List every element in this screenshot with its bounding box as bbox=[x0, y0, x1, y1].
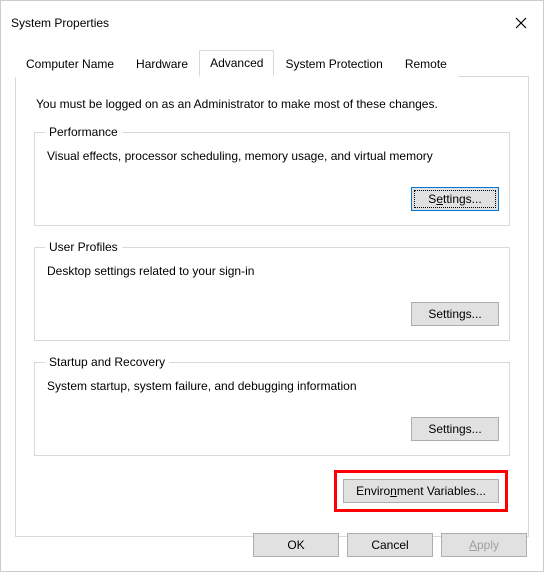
group-startup-recovery: Startup and Recovery System startup, sys… bbox=[34, 355, 510, 456]
tab-content-advanced: You must be logged on as an Administrato… bbox=[15, 77, 529, 537]
window-title: System Properties bbox=[11, 16, 109, 30]
group-user-profiles-legend: User Profiles bbox=[45, 240, 122, 254]
startup-desc: System startup, system failure, and debu… bbox=[47, 379, 497, 393]
user-profiles-desc: Desktop settings related to your sign-in bbox=[47, 264, 497, 278]
dialog-footer: OK Cancel Apply bbox=[253, 533, 527, 557]
close-button[interactable] bbox=[509, 11, 533, 35]
performance-desc: Visual effects, processor scheduling, me… bbox=[47, 149, 497, 163]
tab-advanced[interactable]: Advanced bbox=[199, 50, 274, 77]
apply-button[interactable]: Apply bbox=[441, 533, 527, 557]
performance-settings-button[interactable]: Settings... bbox=[411, 187, 499, 211]
user-profiles-settings-button[interactable]: Settings... bbox=[411, 302, 499, 326]
group-user-profiles: User Profiles Desktop settings related t… bbox=[34, 240, 510, 341]
admin-notice: You must be logged on as an Administrato… bbox=[36, 97, 508, 111]
close-icon bbox=[515, 17, 527, 29]
startup-settings-button[interactable]: Settings... bbox=[411, 417, 499, 441]
group-performance-legend: Performance bbox=[45, 125, 122, 139]
group-performance: Performance Visual effects, processor sc… bbox=[34, 125, 510, 226]
tab-system-protection[interactable]: System Protection bbox=[274, 51, 393, 77]
cancel-button[interactable]: Cancel bbox=[347, 533, 433, 557]
tab-hardware[interactable]: Hardware bbox=[125, 51, 199, 77]
highlight-box: Environment Variables... bbox=[334, 470, 508, 512]
tab-strip: Computer Name Hardware Advanced System P… bbox=[15, 49, 529, 77]
environment-variables-button[interactable]: Environment Variables... bbox=[343, 479, 499, 503]
tab-remote[interactable]: Remote bbox=[394, 51, 458, 77]
group-startup-legend: Startup and Recovery bbox=[45, 355, 169, 369]
ok-button[interactable]: OK bbox=[253, 533, 339, 557]
tab-computer-name[interactable]: Computer Name bbox=[15, 51, 125, 77]
